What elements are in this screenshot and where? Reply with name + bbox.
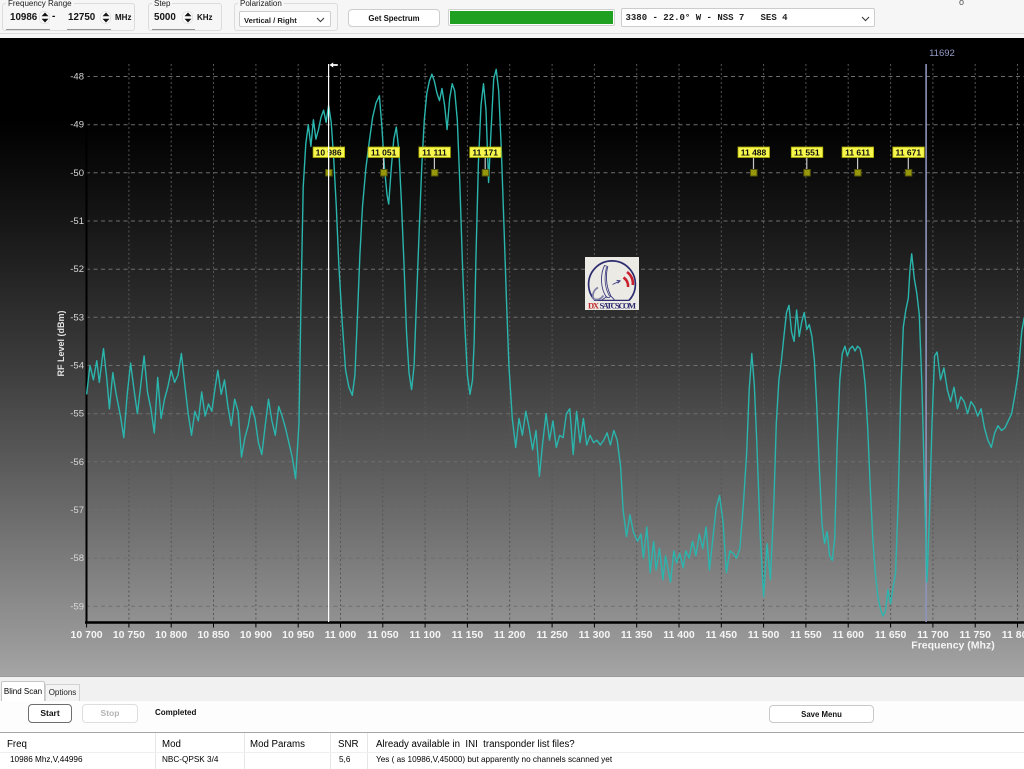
svg-text:11 350: 11 350 xyxy=(621,629,653,641)
svg-text:11 400: 11 400 xyxy=(663,629,695,641)
svg-text:10 750: 10 750 xyxy=(113,629,145,641)
svg-text:-49: -49 xyxy=(70,120,84,131)
svg-text:10 850: 10 850 xyxy=(197,629,229,641)
svg-text:11 200: 11 200 xyxy=(494,629,526,641)
svg-text:11 671: 11 671 xyxy=(896,148,922,158)
svg-text:-50: -50 xyxy=(70,168,84,179)
svg-text:11 150: 11 150 xyxy=(452,629,484,641)
svg-text:11 111: 11 111 xyxy=(422,148,447,158)
svg-text:-59: -59 xyxy=(70,601,84,612)
svg-text:11692: 11692 xyxy=(929,48,955,59)
svg-text:-51: -51 xyxy=(70,216,84,227)
svg-text:DX: DX xyxy=(588,301,600,311)
svg-text:11 551: 11 551 xyxy=(794,148,820,158)
svg-text:11 050: 11 050 xyxy=(367,629,399,641)
svg-text:RF Level (dBm): RF Level (dBm) xyxy=(56,310,66,376)
svg-text:11 000: 11 000 xyxy=(325,629,357,641)
svg-text:11 051: 11 051 xyxy=(371,148,397,158)
svg-text:SATCS.COM: SATCS.COM xyxy=(600,301,637,311)
svg-text:-55: -55 xyxy=(70,409,84,420)
svg-text:11 600: 11 600 xyxy=(832,629,864,641)
svg-text:-58: -58 xyxy=(70,553,84,564)
svg-text:-48: -48 xyxy=(70,72,84,83)
svg-text:11 450: 11 450 xyxy=(706,629,738,641)
svg-text:11 250: 11 250 xyxy=(536,629,568,641)
svg-text:10 950: 10 950 xyxy=(282,629,314,641)
svg-text:-56: -56 xyxy=(70,457,84,468)
svg-text:11 171: 11 171 xyxy=(472,148,498,158)
svg-text:-54: -54 xyxy=(70,361,84,372)
svg-text:11 300: 11 300 xyxy=(579,629,611,641)
svg-text:10 700: 10 700 xyxy=(71,629,103,641)
svg-text:11 500: 11 500 xyxy=(748,629,780,641)
svg-text:-57: -57 xyxy=(70,505,84,516)
svg-text:Frequency (Mhz): Frequency (Mhz) xyxy=(911,640,994,652)
svg-text:-52: -52 xyxy=(70,264,84,275)
svg-text:11 100: 11 100 xyxy=(409,629,441,641)
svg-text:11 550: 11 550 xyxy=(790,629,822,641)
svg-text:11 650: 11 650 xyxy=(875,629,907,641)
svg-text:11 488: 11 488 xyxy=(741,148,767,158)
svg-text:-53: -53 xyxy=(70,312,84,323)
svg-text:11 800: 11 800 xyxy=(1002,629,1024,641)
svg-text:11 611: 11 611 xyxy=(845,148,870,158)
svg-text:10 900: 10 900 xyxy=(240,629,272,641)
svg-text:10 800: 10 800 xyxy=(155,629,187,641)
